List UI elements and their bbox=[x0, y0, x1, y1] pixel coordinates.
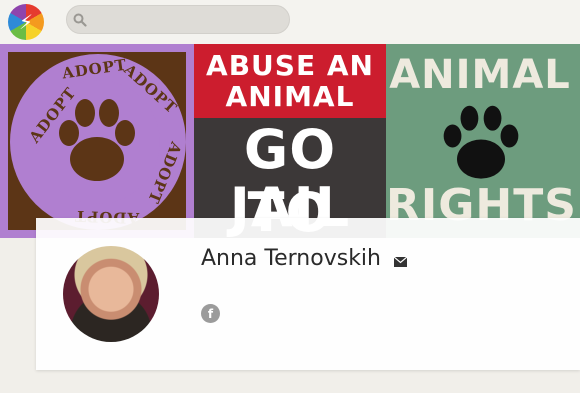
app-logo[interactable]: ⚡ bbox=[8, 4, 44, 40]
avatar[interactable] bbox=[63, 246, 159, 342]
abuse-heading: ABUSE AN ANIMAL bbox=[194, 44, 386, 118]
top-bar: ⚡ bbox=[0, 0, 580, 44]
cover-banner: ADOPT ADOPT ADOPT ADOPT ADOPT ABUSE AN A… bbox=[0, 44, 580, 238]
search-input[interactable] bbox=[87, 6, 289, 33]
paw-icon bbox=[443, 105, 519, 179]
rights-panel: ANIMAL RIGHTS bbox=[386, 44, 580, 238]
abuse-panel: ABUSE AN ANIMAL GO TO JAIL bbox=[194, 44, 386, 238]
abuse-line-2: ANIMAL bbox=[225, 80, 355, 113]
mail-icon[interactable] bbox=[393, 254, 408, 272]
profile-card: Anna Ternovskih f bbox=[36, 218, 580, 370]
abuse-line-1: ABUSE AN bbox=[206, 49, 374, 82]
search-icon bbox=[73, 13, 87, 27]
adopt-panel: ADOPT ADOPT ADOPT ADOPT ADOPT bbox=[0, 44, 194, 238]
rights-line-1: ANIMAL bbox=[389, 52, 571, 98]
search-box[interactable] bbox=[66, 5, 290, 34]
paw-icon bbox=[59, 99, 135, 181]
profile-name: Anna Ternovskih bbox=[201, 246, 381, 271]
lightning-bolt-icon: ⚡ bbox=[18, 10, 34, 34]
facebook-icon[interactable]: f bbox=[201, 304, 220, 323]
